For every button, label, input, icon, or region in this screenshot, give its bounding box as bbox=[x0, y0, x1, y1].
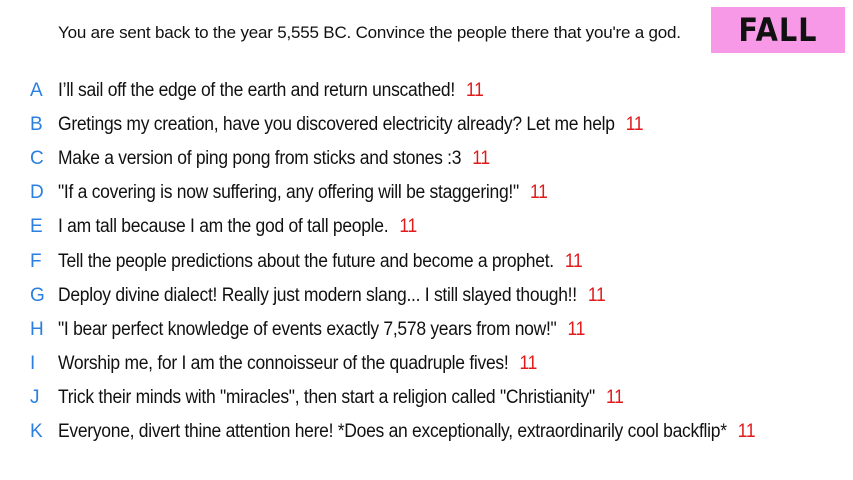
answer-score: 11 bbox=[465, 79, 484, 101]
answer-letter: I bbox=[30, 353, 36, 375]
answer-score: 11 bbox=[587, 284, 606, 306]
answer-score: 11 bbox=[519, 353, 538, 375]
answer-option-d[interactable]: D "If a covering is now suffering, any o… bbox=[0, 176, 853, 210]
answer-text: Make a version of ping pong from sticks … bbox=[58, 147, 462, 169]
answer-option-g[interactable]: G Deploy divine dialect! Really just mod… bbox=[0, 278, 853, 312]
answer-score: 11 bbox=[605, 387, 624, 409]
answer-score: 11 bbox=[529, 182, 548, 204]
category-badge: FALL bbox=[711, 7, 845, 53]
answer-text-wrapper: Everyone, divert thine attention here! *… bbox=[58, 421, 756, 443]
answer-text-wrapper: Gretings my creation, have you discovere… bbox=[58, 113, 644, 135]
answer-option-j[interactable]: J Trick their minds with "miracles", the… bbox=[0, 381, 853, 415]
answer-text: I’ll sail off the edge of the earth and … bbox=[58, 79, 455, 101]
answer-score: 11 bbox=[737, 421, 756, 443]
answer-text-wrapper: "I bear perfect knowledge of events exac… bbox=[58, 320, 585, 339]
answer-text-wrapper: Tell the people predictions about the fu… bbox=[58, 252, 583, 271]
answer-letter: E bbox=[30, 216, 43, 238]
answer-text-wrapper: I am tall because I am the god of tall p… bbox=[58, 217, 417, 236]
answer-text-wrapper: I’ll sail off the edge of the earth and … bbox=[58, 81, 484, 100]
answer-option-h[interactable]: H "I bear perfect knowledge of events ex… bbox=[0, 312, 853, 346]
answer-score: 11 bbox=[625, 113, 644, 135]
answer-text: Tell the people predictions about the fu… bbox=[58, 250, 554, 272]
answer-letter: H bbox=[30, 318, 44, 340]
answer-letter: G bbox=[30, 284, 45, 306]
answer-text: Trick their minds with "miracles", then … bbox=[58, 387, 595, 409]
answer-score: 11 bbox=[399, 216, 417, 238]
answer-text: I am tall because I am the god of tall p… bbox=[58, 216, 389, 238]
answer-letter: C bbox=[30, 147, 44, 169]
answer-option-c[interactable]: C Make a version of ping pong from stick… bbox=[0, 141, 853, 175]
question-prompt: You are sent back to the year 5,555 BC. … bbox=[58, 23, 681, 42]
answer-score: 11 bbox=[472, 147, 490, 169]
answer-letter: K bbox=[30, 421, 43, 443]
answer-text-wrapper: Worship me, for I am the connoisseur of … bbox=[58, 354, 537, 373]
answer-list: A I’ll sail off the edge of the earth an… bbox=[0, 73, 853, 449]
answer-text: Deploy divine dialect! Really just moder… bbox=[58, 284, 577, 306]
answer-letter: J bbox=[30, 387, 40, 409]
answer-option-f[interactable]: F Tell the people predictions about the … bbox=[0, 244, 853, 278]
answer-text-wrapper: Make a version of ping pong from sticks … bbox=[58, 149, 490, 168]
answer-text: Worship me, for I am the connoisseur of … bbox=[58, 353, 509, 375]
answer-option-b[interactable]: B Gretings my creation, have you discove… bbox=[0, 107, 853, 141]
answer-letter: F bbox=[30, 250, 42, 272]
answer-option-e[interactable]: E I am tall because I am the god of tall… bbox=[0, 210, 853, 244]
answer-text: Gretings my creation, have you discovere… bbox=[58, 113, 615, 135]
answer-letter: A bbox=[30, 79, 43, 101]
answer-letter: B bbox=[30, 113, 43, 135]
answer-text: Everyone, divert thine attention here! *… bbox=[58, 421, 727, 443]
answer-text-wrapper: "If a covering is now suffering, any off… bbox=[58, 183, 548, 202]
answer-score: 11 bbox=[567, 318, 586, 340]
answer-option-a[interactable]: A I’ll sail off the edge of the earth an… bbox=[0, 73, 853, 107]
category-badge-label: FALL bbox=[738, 11, 818, 49]
answer-text: "If a covering is now suffering, any off… bbox=[58, 182, 519, 204]
answer-text: "I bear perfect knowledge of events exac… bbox=[58, 318, 557, 340]
answer-text-wrapper: Deploy divine dialect! Really just moder… bbox=[58, 284, 606, 306]
answer-text-wrapper: Trick their minds with "miracles", then … bbox=[58, 388, 624, 407]
answer-option-i[interactable]: I Worship me, for I am the connoisseur o… bbox=[0, 347, 853, 381]
answer-letter: D bbox=[30, 182, 44, 204]
answer-option-k[interactable]: K Everyone, divert thine attention here!… bbox=[0, 415, 853, 449]
answer-score: 11 bbox=[564, 250, 583, 272]
